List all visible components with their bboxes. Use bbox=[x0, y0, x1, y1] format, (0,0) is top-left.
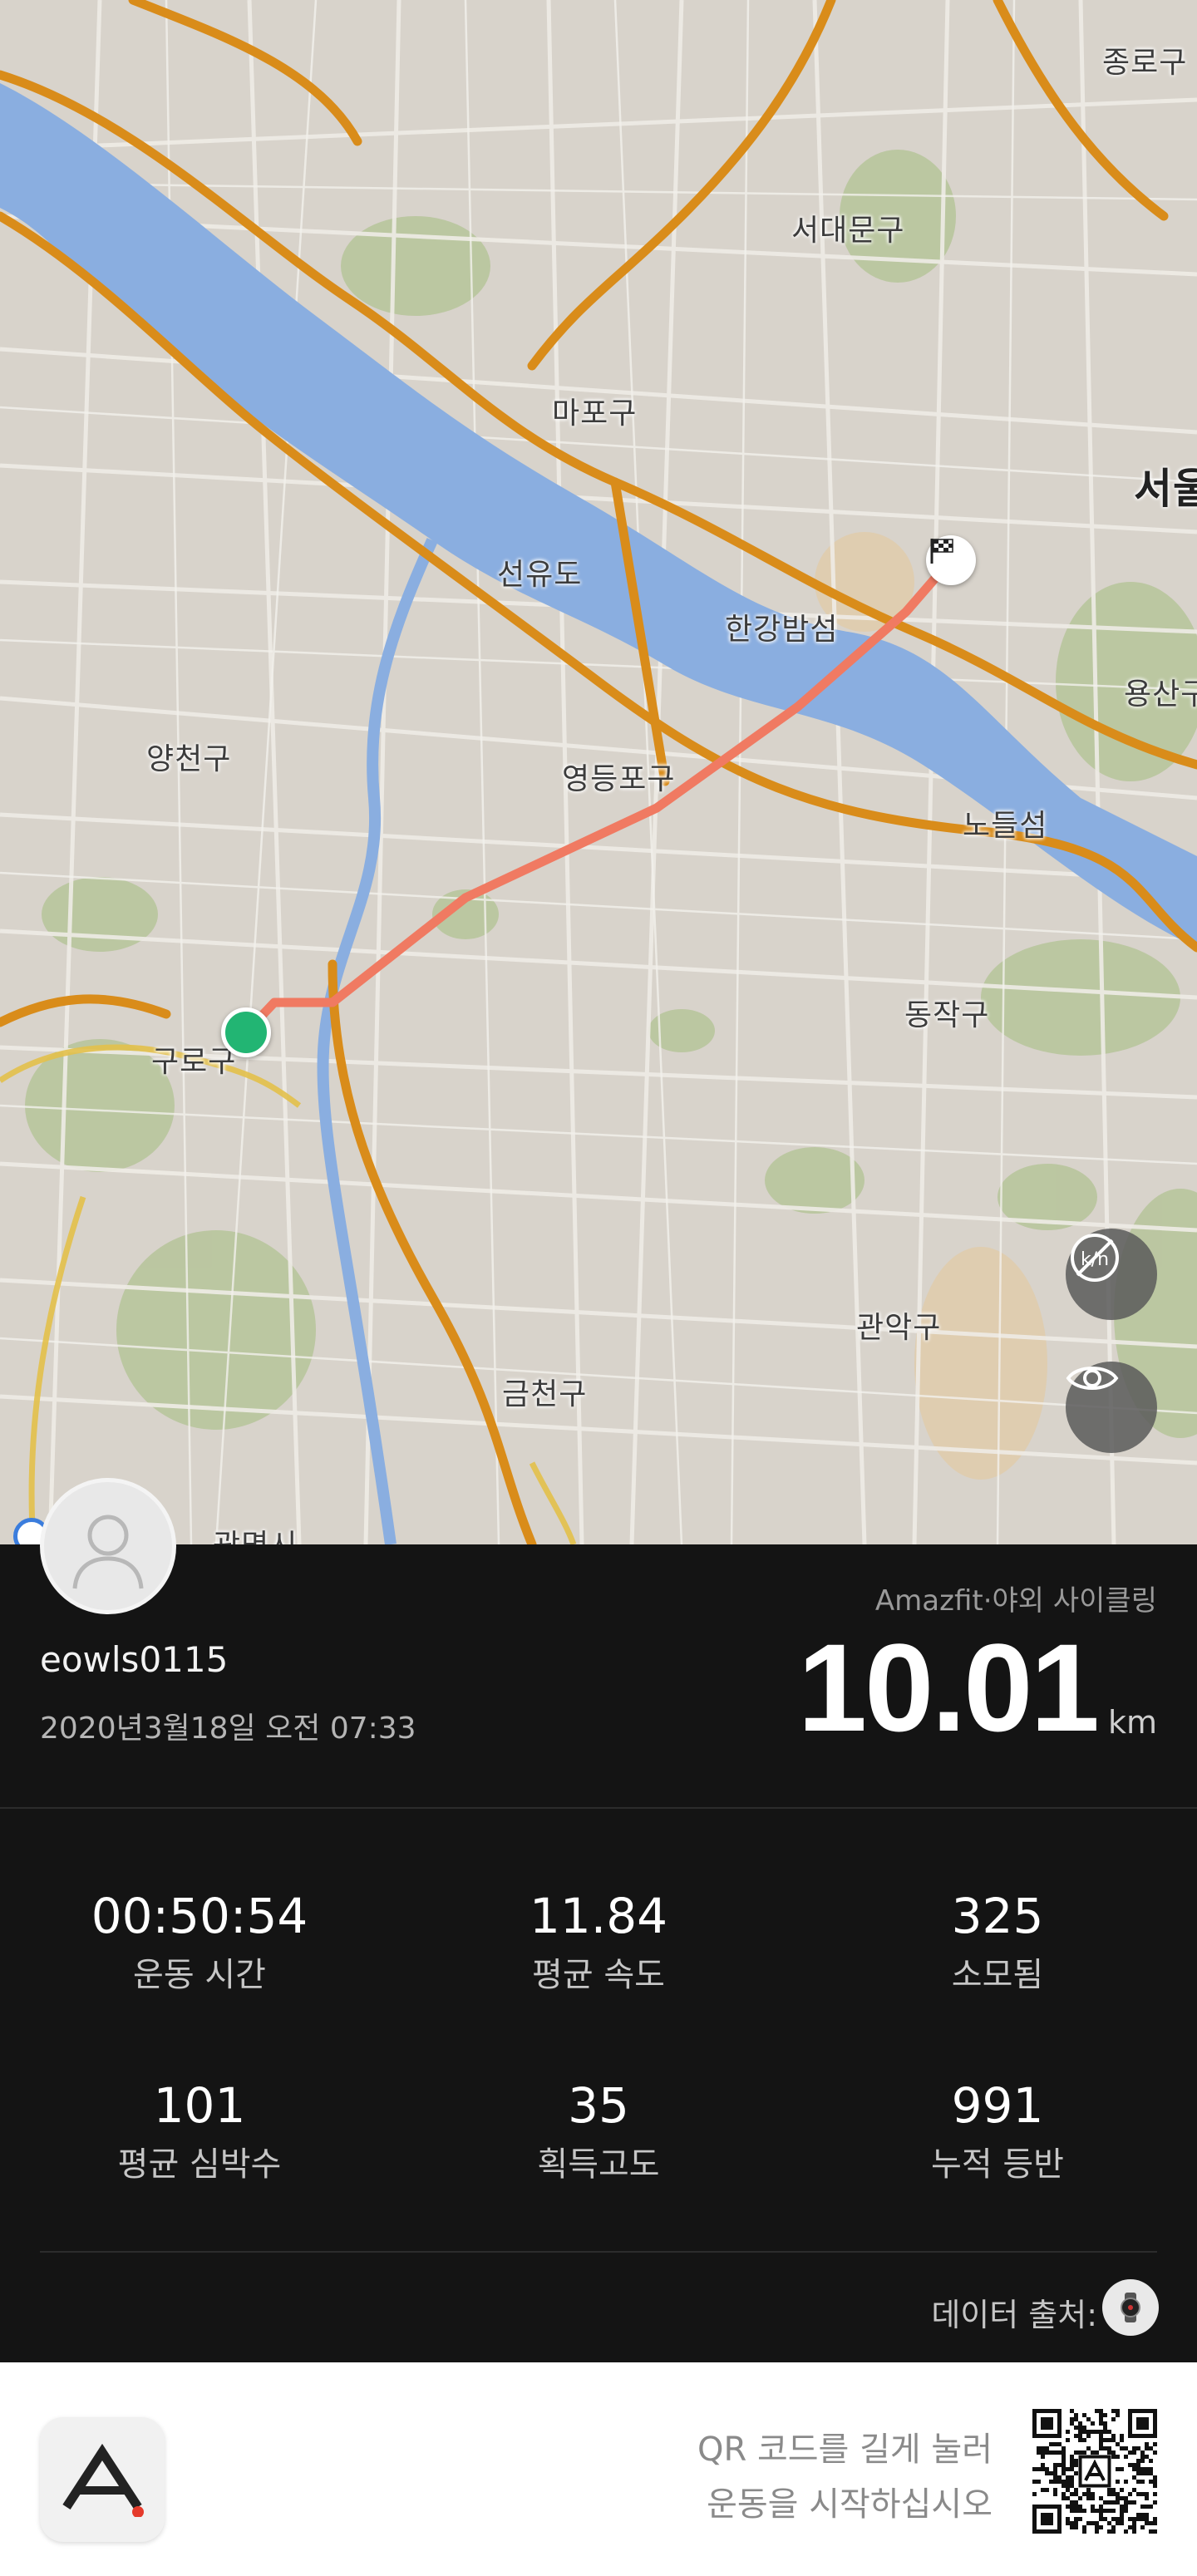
stat-label: 평균 속도 bbox=[532, 1956, 665, 1994]
eye-icon bbox=[1066, 1367, 1119, 1390]
map-label-hangang-bamseom: 한강밤섬 bbox=[725, 613, 839, 647]
map-label-nodeulseom: 노들섬 bbox=[963, 809, 1048, 843]
stat-value: 101 bbox=[153, 2077, 246, 2134]
username: eowls0115 bbox=[40, 1639, 229, 1680]
map-label-dongjak: 동작구 bbox=[904, 998, 990, 1032]
distance-unit: km bbox=[1107, 1704, 1157, 1741]
stat-value: 325 bbox=[951, 1888, 1044, 1944]
unit-toggle-button[interactable]: k/n bbox=[1066, 1229, 1157, 1320]
default-user-icon bbox=[72, 1515, 144, 1589]
stat-value: 11.84 bbox=[529, 1888, 668, 1944]
map-label-seodaemun: 서대문구 bbox=[791, 214, 905, 248]
workout-type: Amazfit·야외 사이클링 bbox=[874, 1584, 1157, 1618]
map-label-jongno: 종로구 bbox=[1102, 46, 1188, 80]
map-label-seonyudo: 선유도 bbox=[497, 558, 583, 592]
stat-label: 누적 등반 bbox=[931, 2145, 1064, 2184]
map-label-yeongdeungpo: 영등포구 bbox=[562, 762, 676, 796]
avatar[interactable] bbox=[40, 1478, 176, 1614]
stat-label: 운동 시간 bbox=[133, 1956, 266, 1994]
stat-label: 소모됨 bbox=[951, 1956, 1044, 1994]
data-source-label: 데이터 출처: bbox=[931, 2297, 1097, 2333]
stat-label: 평균 심박수 bbox=[117, 2145, 282, 2184]
map-label-gwanak: 관악구 bbox=[856, 1311, 942, 1345]
qr-instruction-line1: QR 코드를 길게 눌러 bbox=[697, 2431, 993, 2469]
stat-value: 00:50:54 bbox=[91, 1888, 308, 1944]
stat-avg-speed: 11.84 평균 속도 bbox=[399, 1892, 798, 1992]
map-label-yangcheon: 양천구 bbox=[146, 742, 232, 776]
route-start-marker bbox=[221, 1007, 271, 1057]
divider bbox=[0, 1807, 1197, 1809]
map-label-gwangmyeong: 광명시 bbox=[213, 1521, 298, 1544]
watch-icon bbox=[1102, 2279, 1159, 2336]
stat-label: 획득고도 bbox=[537, 2145, 660, 2184]
amazfit-logo-icon bbox=[40, 2417, 165, 2542]
finish-flag-icon bbox=[926, 535, 976, 585]
stat-value: 35 bbox=[568, 2077, 629, 2134]
stat-total-climb: 991 누적 등반 bbox=[798, 2081, 1197, 2181]
stat-avg-heart-rate: 101 평균 심박수 bbox=[0, 2081, 399, 2181]
share-footer: QR 코드를 길게 눌러 운동을 시작하십시오 bbox=[0, 2362, 1197, 2576]
km-mi-off-icon: k/n bbox=[1071, 1234, 1119, 1282]
qr-instruction-line2: 운동을 시작하십시오 bbox=[707, 2485, 993, 2524]
qr-code[interactable] bbox=[1032, 2409, 1157, 2534]
divider bbox=[40, 2251, 1157, 2253]
distance-value: 10.01 bbox=[797, 1618, 1100, 1757]
workout-datetime: 2020년3월18일 오전 07:33 bbox=[40, 1712, 416, 1746]
map-label-seoul: 서울 bbox=[1134, 465, 1197, 513]
stat-elevation-gain: 35 획득고도 bbox=[399, 2081, 798, 2181]
route-map[interactable]: 종로구 서대문구 마포구 서울 선유도 한강밤섬 용산구 양천구 영등포구 노들… bbox=[0, 0, 1197, 1544]
map-visibility-button[interactable] bbox=[1066, 1362, 1157, 1453]
map-label-mapo: 마포구 bbox=[552, 396, 638, 431]
stat-calories: 325 소모됨 bbox=[798, 1892, 1197, 1992]
stat-duration: 00:50:54 운동 시간 bbox=[0, 1892, 399, 1992]
map-label-geumcheon: 금천구 bbox=[502, 1377, 588, 1411]
stat-value: 991 bbox=[951, 2077, 1044, 2134]
map-label-yongsan: 용산구 bbox=[1124, 677, 1197, 712]
